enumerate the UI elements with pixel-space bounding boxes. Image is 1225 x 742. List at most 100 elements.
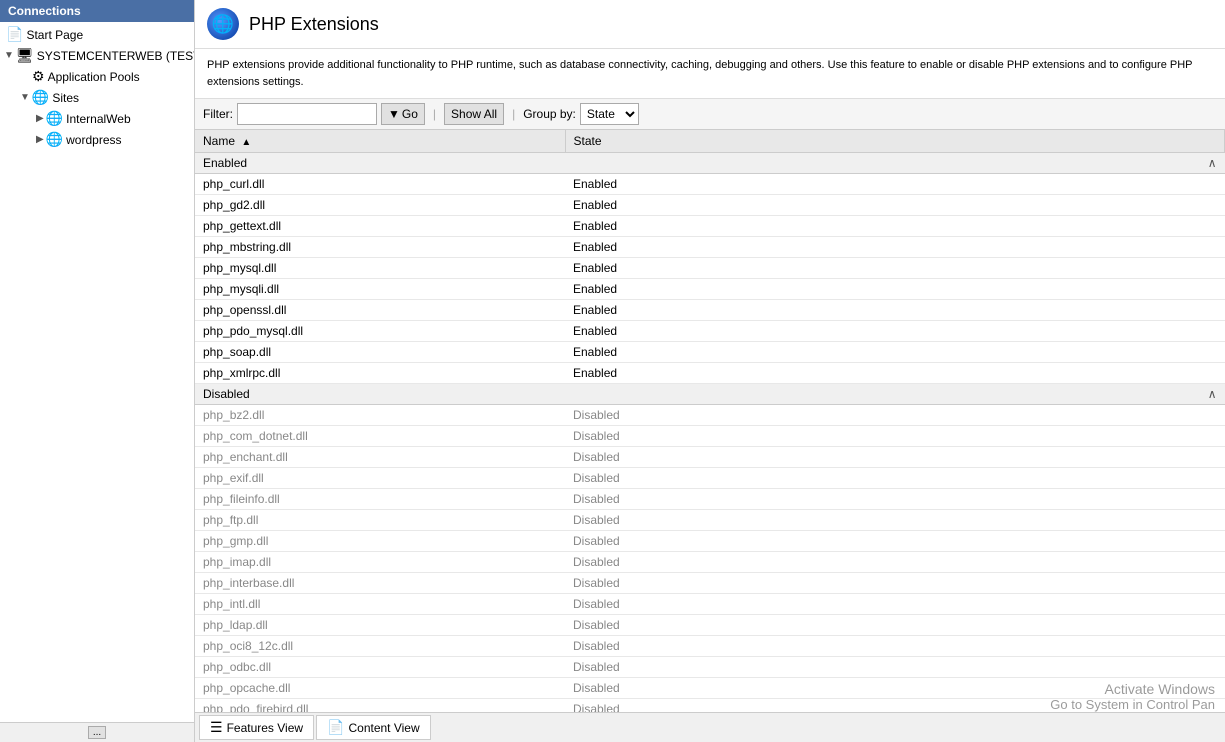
table-row[interactable]: php_ldap.dll Disabled [195, 615, 1225, 636]
ext-name: php_pdo_firebird.dll [195, 699, 565, 713]
table-row[interactable]: php_soap.dll Enabled [195, 342, 1225, 363]
ext-name: php_enchant.dll [195, 447, 565, 468]
table-row[interactable]: php_gettext.dll Enabled [195, 216, 1225, 237]
table-row[interactable]: php_opcache.dll Disabled [195, 678, 1225, 699]
state-column-label: State [574, 134, 602, 148]
ext-state: Disabled [565, 510, 1225, 531]
title-bar: 🌐 PHP Extensions [195, 0, 1225, 49]
collapse-icon[interactable]: ∧ [1208, 387, 1217, 401]
ext-state: Disabled [565, 426, 1225, 447]
filter-input[interactable] [237, 103, 377, 125]
sidebar-bottom-btn[interactable]: ... [88, 726, 106, 739]
ext-state: Enabled [565, 363, 1225, 384]
ext-name: php_exif.dll [195, 468, 565, 489]
name-column-header[interactable]: Name ▲ [195, 130, 565, 153]
ext-state: Disabled [565, 657, 1225, 678]
ext-state: Disabled [565, 636, 1225, 657]
tab-features-view[interactable]: ☰ Features View [199, 715, 314, 740]
ext-state: Enabled [565, 195, 1225, 216]
table-row[interactable]: php_ftp.dll Disabled [195, 510, 1225, 531]
group-header-label: Disabled [203, 387, 250, 401]
group-sep: | [512, 107, 515, 121]
group-header-disabled[interactable]: Disabled ∧ [195, 384, 1225, 405]
table-row[interactable]: php_gd2.dll Enabled [195, 195, 1225, 216]
table-row[interactable]: php_openssl.dll Enabled [195, 300, 1225, 321]
group-header-label: Enabled [203, 156, 247, 170]
ext-state: Disabled [565, 489, 1225, 510]
pools-icon: ⚙ [32, 68, 45, 85]
sidebar-tree: 📄 Start Page ▼ 🖥 SYSTEMCENTERWEB (TEST1\… [0, 22, 194, 722]
main-content: 🌐 PHP Extensions PHP extensions provide … [195, 0, 1225, 742]
ext-state: Disabled [565, 447, 1225, 468]
table-row[interactable]: php_mysql.dll Enabled [195, 258, 1225, 279]
content-view-icon: 📄 [327, 719, 344, 736]
table-row[interactable]: php_enchant.dll Disabled [195, 447, 1225, 468]
ext-name: php_bz2.dll [195, 405, 565, 426]
expand-icon: ▶ [36, 134, 44, 145]
ext-state: Enabled [565, 237, 1225, 258]
sort-arrow-icon: ▲ [241, 137, 251, 148]
table-row[interactable]: php_xmlrpc.dll Enabled [195, 363, 1225, 384]
ext-name: php_intl.dll [195, 594, 565, 615]
table-row[interactable]: php_oci8_12c.dll Disabled [195, 636, 1225, 657]
table-row[interactable]: php_mbstring.dll Enabled [195, 237, 1225, 258]
collapse-icon[interactable]: ∧ [1208, 156, 1217, 170]
table-row[interactable]: php_curl.dll Enabled [195, 174, 1225, 195]
table-row[interactable]: php_interbase.dll Disabled [195, 573, 1225, 594]
ext-name: php_odbc.dll [195, 657, 565, 678]
table-row[interactable]: php_fileinfo.dll Disabled [195, 489, 1225, 510]
ext-state: Disabled [565, 405, 1225, 426]
filter-icon: ▼ [388, 107, 400, 121]
table-row[interactable]: php_bz2.dll Disabled [195, 405, 1225, 426]
ext-name: php_openssl.dll [195, 300, 565, 321]
sidebar-item-server[interactable]: ▼ 🖥 SYSTEMCENTERWEB (TEST1\ [0, 45, 194, 66]
sidebar-item-label: Application Pools [48, 70, 140, 84]
sidebar-item-start-page[interactable]: 📄 Start Page [0, 24, 194, 45]
table-row[interactable]: php_imap.dll Disabled [195, 552, 1225, 573]
page-title: PHP Extensions [249, 14, 379, 35]
extensions-table-container: Name ▲ State Enabled ∧ php_curl.dll [195, 130, 1225, 712]
go-button[interactable]: ▼ Go [381, 103, 425, 125]
show-all-button[interactable]: Show All [444, 103, 504, 125]
ext-name: php_xmlrpc.dll [195, 363, 565, 384]
ext-state: Disabled [565, 615, 1225, 636]
expand-icon: ▶ [36, 113, 44, 124]
ext-state: Enabled [565, 342, 1225, 363]
ext-name: php_mbstring.dll [195, 237, 565, 258]
state-column-header[interactable]: State [565, 130, 1225, 153]
server-icon: 🖥 [16, 47, 34, 64]
ext-state: Enabled [565, 174, 1225, 195]
table-body: Enabled ∧ php_curl.dll Enabledphp_gd2.dl… [195, 153, 1225, 713]
ext-name: php_ldap.dll [195, 615, 565, 636]
table-row[interactable]: php_odbc.dll Disabled [195, 657, 1225, 678]
sidebar-item-wordpress[interactable]: ▶ 🌐 wordpress [0, 129, 194, 150]
sidebar-item-label: wordpress [66, 133, 121, 147]
table-row[interactable]: php_gmp.dll Disabled [195, 531, 1225, 552]
table-row[interactable]: php_com_dotnet.dll Disabled [195, 426, 1225, 447]
bottom-tabs: ☰ Features View 📄 Content View [195, 712, 1225, 742]
filter-separator: | [433, 107, 436, 121]
ext-state: Disabled [565, 468, 1225, 489]
ext-name: php_pdo_mysql.dll [195, 321, 565, 342]
group-by-select[interactable]: State Name None [580, 103, 639, 125]
sidebar-bottom: ... [0, 722, 194, 742]
tab-content-view[interactable]: 📄 Content View [316, 715, 431, 740]
table-row[interactable]: php_intl.dll Disabled [195, 594, 1225, 615]
sidebar-item-label: Sites [52, 91, 79, 105]
expand-icon: ▼ [4, 50, 14, 61]
group-header-enabled[interactable]: Enabled ∧ [195, 153, 1225, 174]
sidebar-item-internalweb[interactable]: ▶ 🌐 InternalWeb [0, 108, 194, 129]
filter-bar: Filter: ▼ Go | Show All | Group by: Stat… [195, 99, 1225, 130]
sidebar-item-sites[interactable]: ▼ 🌐 Sites [0, 87, 194, 108]
table-row[interactable]: php_exif.dll Disabled [195, 468, 1225, 489]
ext-state: Enabled [565, 300, 1225, 321]
ext-name: php_curl.dll [195, 174, 565, 195]
sidebar-item-application-pools[interactable]: ⚙ Application Pools [0, 66, 194, 87]
table-row[interactable]: php_pdo_firebird.dll Disabled [195, 699, 1225, 713]
ext-name: php_mysqli.dll [195, 279, 565, 300]
ext-name: php_interbase.dll [195, 573, 565, 594]
table-row[interactable]: php_mysqli.dll Enabled [195, 279, 1225, 300]
table-row[interactable]: php_pdo_mysql.dll Enabled [195, 321, 1225, 342]
ext-name: php_oci8_12c.dll [195, 636, 565, 657]
ext-state: Enabled [565, 216, 1225, 237]
